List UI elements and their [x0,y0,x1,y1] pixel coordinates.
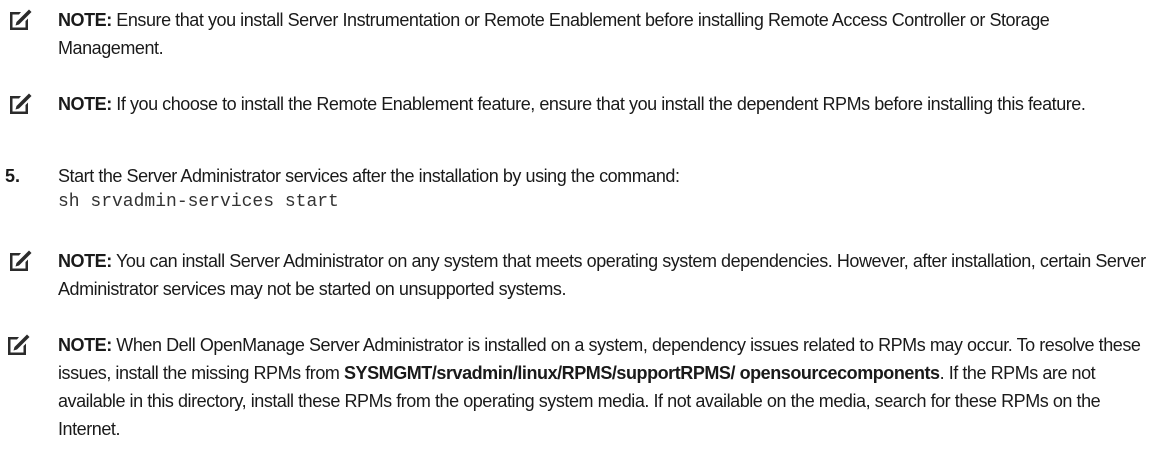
note-2: NOTE: If you choose to install the Remot… [58,90,1138,118]
step-number: 5. [5,166,21,186]
note-label: NOTE: [58,10,112,30]
step-text: Start the Server Administrator services … [58,166,680,186]
rpm-path: SYSMGMT/srvadmin/linux/RPMS/supportRPMS/… [343,363,940,383]
note-3: NOTE: You can install Server Administrat… [58,247,1148,303]
note-label: NOTE: [58,94,112,114]
note-4: NOTE: When Dell OpenManage Server Admini… [58,331,1160,443]
pencil-note-icon [10,9,32,30]
pencil-note-icon [8,334,30,355]
note-label: NOTE: [58,335,112,355]
note-label: NOTE: [58,251,112,271]
note-text: Ensure that you install Server Instrumen… [58,10,1050,58]
pencil-note-icon [10,250,32,271]
pencil-note-icon [10,93,32,114]
note-1: NOTE: Ensure that you install Server Ins… [58,6,1148,62]
note-text: If you choose to install the Remote Enab… [111,94,1086,114]
note-text: You can install Server Administrator on … [58,251,1146,299]
command-line: sh srvadmin-services start [58,192,339,212]
